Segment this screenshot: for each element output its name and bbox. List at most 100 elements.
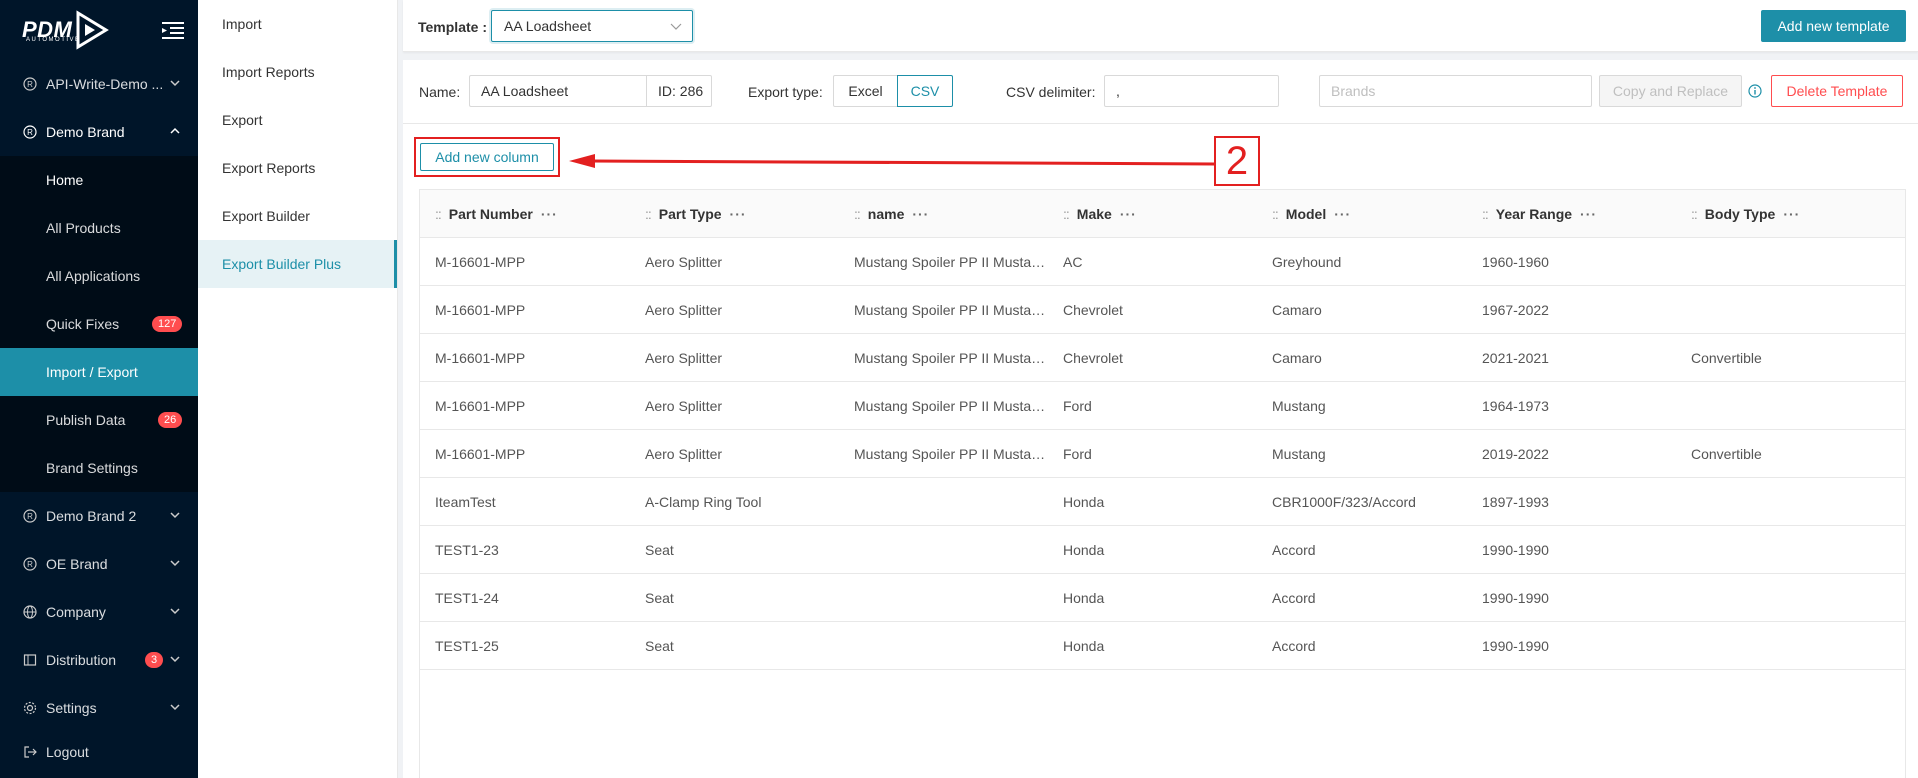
column-header[interactable]: :: Body Type ··· xyxy=(1691,190,1800,238)
drag-handle-icon[interactable]: :: xyxy=(1691,206,1698,222)
column-header[interactable]: :: name ··· xyxy=(854,190,929,238)
table-cell xyxy=(1691,382,1886,430)
template-select-value: AA Loadsheet xyxy=(504,18,592,34)
more-icon[interactable]: ··· xyxy=(1120,206,1137,222)
logout-icon xyxy=(22,744,38,760)
more-icon[interactable]: ··· xyxy=(912,206,929,222)
export-type-excel[interactable]: Excel xyxy=(833,75,898,107)
subnav-import[interactable]: Import xyxy=(198,0,397,48)
more-icon[interactable]: ··· xyxy=(1783,206,1800,222)
svg-text:R: R xyxy=(27,80,33,89)
drag-handle-icon[interactable]: :: xyxy=(645,206,652,222)
add-new-column-button[interactable]: Add new column xyxy=(420,143,554,171)
sidebar-sub-all-products[interactable]: All Products xyxy=(0,204,198,252)
sidebar-item-label: Logout xyxy=(46,744,89,760)
sidebar-item-label: Demo Brand 2 xyxy=(46,508,137,524)
table-cell: Aero Splitter xyxy=(645,446,723,462)
drag-handle-icon[interactable]: :: xyxy=(1063,206,1070,222)
annotation-arrow-icon xyxy=(569,154,1215,168)
chevron-down-icon xyxy=(170,608,180,615)
subnav-export-builder[interactable]: Export Builder xyxy=(198,192,397,240)
table-cell: 1990-1990 xyxy=(1482,638,1549,654)
table-cell: M-16601-MPP xyxy=(435,350,526,366)
column-header[interactable]: :: Make ··· xyxy=(1063,190,1137,238)
drag-handle-icon[interactable]: :: xyxy=(854,206,861,222)
sidebar-sub-brand-settings[interactable]: Brand Settings xyxy=(0,444,198,492)
drag-handle-icon[interactable]: :: xyxy=(1272,206,1279,222)
more-icon[interactable]: ··· xyxy=(1334,206,1351,222)
sidebar-sub-label: All Applications xyxy=(46,268,141,284)
table-cell xyxy=(854,526,1049,574)
template-select[interactable]: AA Loadsheet xyxy=(491,10,693,42)
column-header-label: Model xyxy=(1285,206,1327,222)
table-cell xyxy=(854,574,1049,622)
table-row: TEST1-23 Seat Honda Accord 1990-1990 xyxy=(420,526,1905,574)
table-cell: Seat xyxy=(645,542,674,558)
table-cell: Aero Splitter xyxy=(645,398,723,414)
column-header[interactable]: :: Model ··· xyxy=(1272,190,1351,238)
pdm-logo[interactable]: PDM AUTOMOTIVE xyxy=(0,0,198,60)
table-cell: M-16601-MPP xyxy=(435,302,526,318)
grid-icon xyxy=(22,652,38,668)
distribution-badge: 3 xyxy=(145,652,164,668)
column-header[interactable]: :: Year Range ··· xyxy=(1482,190,1597,238)
column-header-label: Part Number xyxy=(448,206,533,222)
sidebar-item-demo-brand[interactable]: R Demo Brand xyxy=(0,108,198,156)
table-row: M-16601-MPP Aero Splitter Mustang Spoiler … xyxy=(420,382,1905,430)
sidebar-item-demo-brand-2[interactable]: R Demo Brand 2 xyxy=(0,492,198,540)
table-cell xyxy=(1691,478,1886,526)
registered-icon: R xyxy=(22,124,38,140)
brands-select[interactable]: Brands xyxy=(1319,75,1592,107)
drag-handle-icon[interactable]: :: xyxy=(435,206,442,222)
chevron-down-icon xyxy=(670,23,682,30)
table-cell: M-16601-MPP xyxy=(435,398,526,414)
table-cell: M-16601-MPP xyxy=(435,446,526,462)
subnav-import-reports[interactable]: Import Reports xyxy=(198,48,397,96)
table-cell: Convertible xyxy=(1691,350,1762,366)
more-icon[interactable]: ··· xyxy=(1580,206,1597,222)
column-header-label: Part Type xyxy=(658,206,722,222)
logo-triangle-icon xyxy=(76,10,110,50)
drag-handle-icon[interactable]: :: xyxy=(1482,206,1489,222)
sidebar-item-logout[interactable]: Logout xyxy=(0,732,198,772)
export-type-csv[interactable]: CSV xyxy=(897,75,953,107)
table-cell: 2021-2021 xyxy=(1482,350,1549,366)
sidebar-item-distribution[interactable]: Distribution 3 xyxy=(0,636,198,684)
sidebar-item-oe-brand[interactable]: R OE Brand xyxy=(0,540,198,588)
sidebar-item-company[interactable]: Company xyxy=(0,588,198,636)
registered-icon: R xyxy=(22,76,38,92)
subnav-export-reports[interactable]: Export Reports xyxy=(198,144,397,192)
table-cell: Honda xyxy=(1063,494,1105,510)
sidebar-item-settings[interactable]: Settings xyxy=(0,684,198,732)
template-toolbar: Name: AA Loadsheet ID: 286 Export type: … xyxy=(403,60,1918,124)
column-header[interactable]: :: Part Type ··· xyxy=(645,190,747,238)
sidebar-sub-all-applications[interactable]: All Applications xyxy=(0,252,198,300)
info-icon[interactable] xyxy=(1748,84,1762,98)
table-cell: A-Clamp Ring Tool xyxy=(645,494,762,510)
menu-collapse-icon[interactable] xyxy=(162,20,184,40)
column-header-label: Body Type xyxy=(1704,206,1776,222)
column-header-label: name xyxy=(867,206,905,222)
sidebar-sub-quick-fixes[interactable]: Quick Fixes 127 xyxy=(0,300,198,348)
table-cell: Convertible xyxy=(1691,446,1762,462)
csv-delimiter-input[interactable]: , xyxy=(1104,75,1279,107)
delete-template-button[interactable]: Delete Template xyxy=(1771,75,1903,107)
name-input[interactable]: AA Loadsheet xyxy=(469,75,647,107)
copy-and-replace-button[interactable]: Copy and Replace xyxy=(1599,75,1742,107)
more-icon[interactable]: ··· xyxy=(730,206,747,222)
chevron-down-icon xyxy=(170,704,180,711)
table-cell: 1960-1960 xyxy=(1482,254,1549,270)
table-cell: Chevrolet xyxy=(1063,350,1123,366)
sidebar-item-api-write-demo[interactable]: R API-Write-Demo ... xyxy=(0,60,198,108)
column-header[interactable]: :: Part Number ··· xyxy=(435,190,558,238)
more-icon[interactable]: ··· xyxy=(541,206,558,222)
sidebar-sub-publish-data[interactable]: Publish Data 26 xyxy=(0,396,198,444)
subnav-export[interactable]: Export xyxy=(198,96,397,144)
subnav-export-builder-plus[interactable]: Export Builder Plus xyxy=(198,240,397,288)
sidebar-sub-home[interactable]: Home xyxy=(0,156,198,204)
add-new-template-button[interactable]: Add new template xyxy=(1761,10,1906,42)
table-cell: 1897-1993 xyxy=(1482,494,1549,510)
table-cell xyxy=(1691,526,1886,574)
sidebar-sub-import-export[interactable]: Import / Export xyxy=(0,348,198,396)
chevron-down-icon xyxy=(170,512,180,519)
